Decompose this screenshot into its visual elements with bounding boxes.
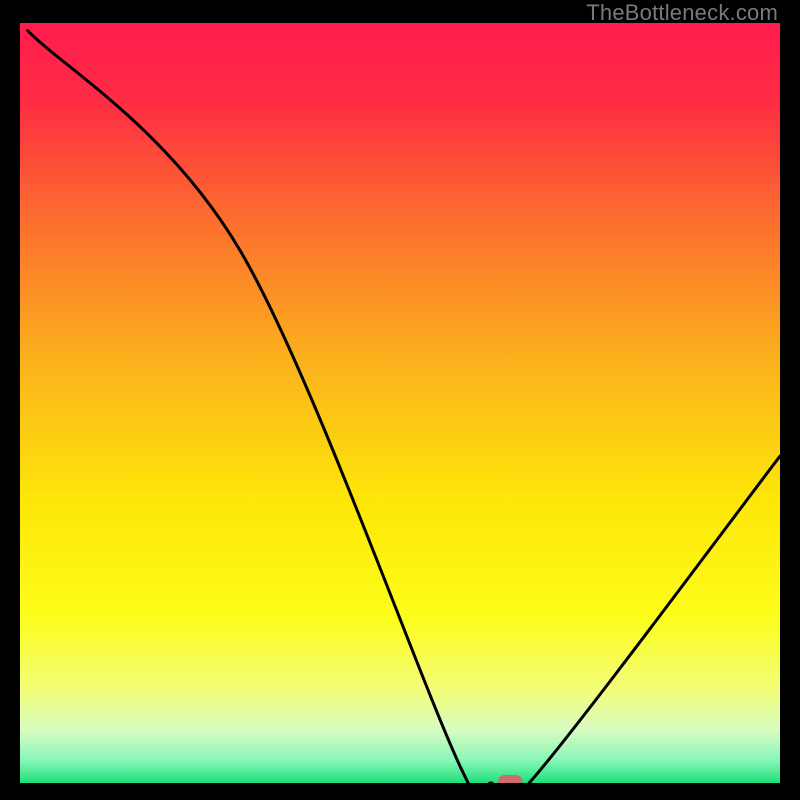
chart-frame: TheBottleneck.com [0,0,800,800]
gradient-background [20,23,780,783]
optimal-marker [498,775,522,783]
plot-area [20,23,780,783]
chart-svg [20,23,780,783]
